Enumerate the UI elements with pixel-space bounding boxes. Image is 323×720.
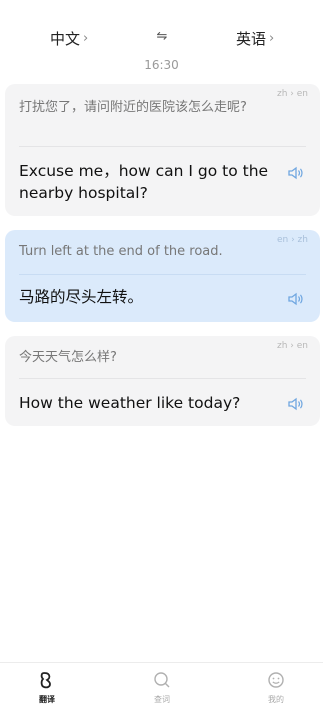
source-language-label: 中文	[50, 30, 81, 48]
search-icon	[154, 672, 170, 688]
chevron-right-icon: ›	[269, 31, 275, 46]
source-text: 打扰您了，请问附近的医院该怎么走呢?	[19, 100, 247, 115]
tab-label: 翻译	[39, 695, 55, 704]
tab-label: 我的	[268, 695, 284, 704]
translation-card[interactable]: zh › en 今天天气怎么样? How the weather like to…	[5, 336, 320, 426]
source-text: Turn left at the end of the road.	[19, 244, 223, 259]
translation-card[interactable]: en › zh Turn left at the end of the road…	[5, 230, 320, 322]
language-pair-badge: zh › en	[277, 89, 308, 99]
translated-text: Excuse me，how can I go to the nearby hos…	[19, 162, 269, 202]
speaker-icon[interactable]	[288, 397, 304, 411]
translate-icon	[40, 672, 51, 689]
source-text: 今天天气怎么样?	[19, 350, 117, 365]
chevron-right-icon: ›	[83, 31, 89, 46]
translated-text: 马路的尽头左转。	[19, 288, 144, 306]
speaker-icon[interactable]	[288, 166, 304, 180]
divider	[19, 378, 306, 379]
tab-label: 查词	[154, 695, 170, 704]
translated-text: How the weather like today?	[19, 394, 241, 412]
profile-icon	[268, 672, 284, 688]
translation-card[interactable]: zh › en 打扰您了，请问附近的医院该怎么走呢? Excuse me，how…	[5, 84, 320, 216]
swap-languages-icon[interactable]: ⇋	[153, 29, 171, 47]
source-language-selector[interactable]: 中文 ›	[50, 28, 88, 49]
speaker-icon[interactable]	[288, 292, 304, 306]
language-pair-badge: en › zh	[277, 235, 308, 245]
target-language-selector[interactable]: 英语 ›	[236, 28, 274, 49]
divider	[19, 146, 306, 147]
divider	[19, 274, 306, 275]
language-pair-badge: zh › en	[277, 341, 308, 351]
tab-lookup[interactable]: 查词	[132, 671, 192, 705]
target-language-label: 英语	[236, 30, 267, 48]
tab-translate[interactable]: 翻译	[17, 671, 77, 705]
bottom-tab-bar: 翻译 查词 我的	[0, 662, 323, 720]
language-bar: 中文 › ⇋ 英语 ›	[0, 28, 323, 52]
tab-profile[interactable]: 我的	[246, 671, 306, 705]
timestamp: 16:30	[144, 58, 179, 72]
